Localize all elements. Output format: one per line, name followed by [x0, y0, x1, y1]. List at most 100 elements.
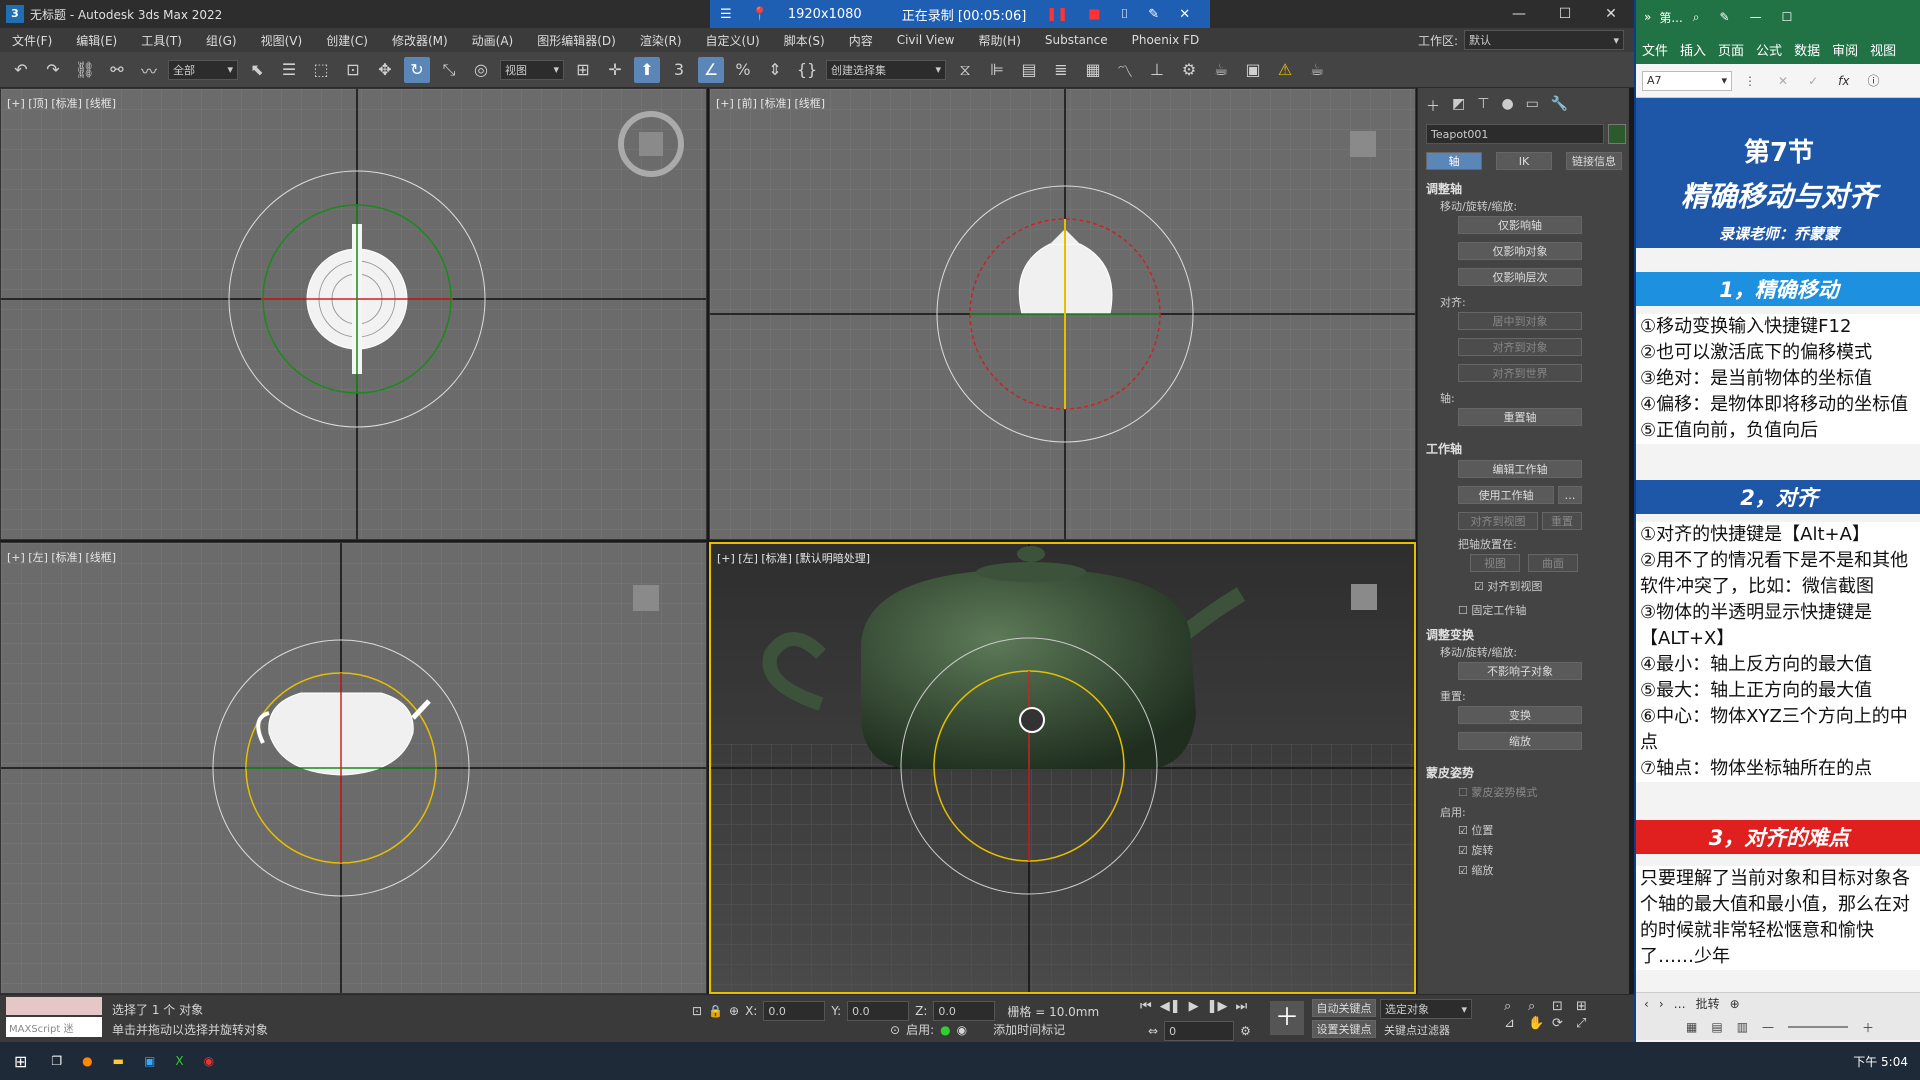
- link-icon[interactable]: ⛓: [72, 57, 98, 83]
- zoom-in-icon[interactable]: ＋: [1862, 1019, 1874, 1036]
- set-key-icon[interactable]: ＋: [1270, 1001, 1304, 1035]
- curve-editor-icon[interactable]: 〽: [1112, 57, 1138, 83]
- place-icon[interactable]: ◎: [468, 57, 494, 83]
- minimize-icon[interactable]: —: [1740, 10, 1772, 24]
- rotation-checkbox[interactable]: ☑ 旋转: [1458, 842, 1493, 858]
- position-checkbox[interactable]: ☑ 位置: [1458, 822, 1493, 838]
- keyboard-shortcut-icon[interactable]: ⬆: [634, 56, 660, 83]
- minimize-icon[interactable]: —: [1496, 0, 1542, 28]
- zoom-out-icon[interactable]: —: [1762, 1020, 1774, 1034]
- hierarchy-tab-icon[interactable]: ⊤: [1477, 96, 1489, 116]
- menu-rendering[interactable]: 渲染(R): [628, 32, 694, 49]
- next-frame-icon[interactable]: ❚▶: [1207, 999, 1228, 1014]
- render-icon[interactable]: ☕: [1304, 57, 1330, 83]
- render-setup-icon[interactable]: ☕: [1208, 57, 1234, 83]
- select-manipulate-icon[interactable]: ✛: [602, 57, 628, 83]
- goto-start-icon[interactable]: ⏮: [1140, 999, 1152, 1014]
- excel-tab-data[interactable]: 数据: [1788, 40, 1826, 59]
- x-field[interactable]: 0.0: [763, 1001, 826, 1021]
- more-button[interactable]: …: [1558, 486, 1582, 504]
- layers-icon[interactable]: ≣: [1048, 57, 1074, 83]
- percent-snap-icon[interactable]: %: [730, 57, 756, 83]
- selection-set-dropdown[interactable]: 创建选择集 ▾: [826, 59, 946, 80]
- place-view-button[interactable]: 视图: [1470, 554, 1520, 572]
- menu-icon[interactable]: ☰: [720, 7, 732, 22]
- pen-icon[interactable]: ✎: [1148, 7, 1159, 22]
- display-tab-icon[interactable]: ▭: [1526, 96, 1539, 116]
- warning-icon[interactable]: ⚠: [1272, 57, 1298, 83]
- menu-substance[interactable]: Substance: [1033, 33, 1120, 47]
- excel-tab-file[interactable]: 文件: [1636, 40, 1674, 59]
- snap-icon[interactable]: 3: [666, 57, 692, 83]
- excel-tab-formula[interactable]: 公式: [1750, 40, 1788, 59]
- menu-customize[interactable]: 自定义(U): [694, 32, 772, 49]
- offset-mode-icon[interactable]: ⊕: [729, 1004, 739, 1018]
- move-icon[interactable]: ✥: [372, 57, 398, 83]
- material-editor-icon[interactable]: ⚙: [1176, 57, 1202, 83]
- pan-icon[interactable]: ✋: [1528, 1016, 1550, 1031]
- scale-checkbox[interactable]: ☑ 缩放: [1458, 862, 1493, 878]
- menu-modifiers[interactable]: 修改器(M): [380, 32, 460, 49]
- fov-icon[interactable]: ⊿: [1504, 1016, 1526, 1031]
- play-icon[interactable]: ▶: [1189, 999, 1199, 1014]
- close-icon[interactable]: ✕: [1588, 0, 1634, 28]
- clock[interactable]: 下午 5:04: [1853, 1053, 1908, 1070]
- key-mode-dropdown[interactable]: 选定对象 ▾: [1380, 999, 1472, 1019]
- menu-scripting[interactable]: 脚本(S): [772, 32, 837, 49]
- viewport-perspective[interactable]: [+] [左] [标准] [默认明暗处理]: [709, 542, 1416, 994]
- normal-view-icon[interactable]: ▦: [1686, 1020, 1697, 1034]
- excel-tab-insert[interactable]: 插入: [1674, 40, 1712, 59]
- add-sheet-icon[interactable]: ⊕: [1730, 997, 1740, 1011]
- zoom-extents-all-icon[interactable]: ⊞: [1576, 999, 1598, 1014]
- layer-explorer-icon[interactable]: ▤: [1016, 57, 1042, 83]
- name-box[interactable]: A7 ▾: [1642, 70, 1732, 91]
- viewport-front[interactable]: [+] [前] [标准] [线框]: [709, 88, 1416, 540]
- spinner-snap-icon[interactable]: ⇕: [762, 57, 788, 83]
- viewport-left[interactable]: [+] [左] [标准] [线框]: [0, 542, 707, 994]
- menu-tools[interactable]: 工具(T): [129, 32, 194, 49]
- set-key-button[interactable]: 设置关键点: [1312, 1020, 1376, 1038]
- rotate-icon[interactable]: ↻: [404, 56, 430, 83]
- reset-pivot-button[interactable]: 重置轴: [1458, 408, 1582, 426]
- align-to-object-button[interactable]: 对齐到对象: [1458, 338, 1582, 356]
- skin-pose-mode-checkbox[interactable]: ☐ 蒙皮姿势模式: [1458, 784, 1537, 800]
- search-icon[interactable]: ⌕: [1683, 10, 1710, 25]
- recorder-taskbar-icon[interactable]: ◉: [204, 1054, 214, 1068]
- reset-transform-button[interactable]: 变换: [1458, 706, 1582, 724]
- cancel-icon[interactable]: ✕: [1778, 74, 1788, 88]
- confirm-icon[interactable]: ✓: [1808, 74, 1818, 88]
- angle-snap-icon[interactable]: ∠: [698, 56, 724, 83]
- edit-working-pivot-button[interactable]: 编辑工作轴: [1458, 460, 1582, 478]
- adaptive-icon[interactable]: ⊙: [890, 1023, 900, 1037]
- align-to-view-checkbox[interactable]: ☑ 对齐到视图: [1474, 578, 1542, 594]
- object-name-field[interactable]: Teapot001: [1426, 124, 1604, 144]
- maximize-viewport-icon[interactable]: ⤢: [1576, 1016, 1598, 1031]
- info-icon[interactable]: ⓘ: [1867, 72, 1879, 89]
- menu-help[interactable]: 帮助(H): [966, 32, 1032, 49]
- adjust-transform-rollout[interactable]: 调整变换: [1426, 626, 1474, 643]
- window-crossing-icon[interactable]: ⊡: [340, 57, 366, 83]
- modify-tab-icon[interactable]: ◩: [1452, 96, 1465, 116]
- firefox-icon[interactable]: ●: [82, 1054, 92, 1068]
- undo-icon[interactable]: ↶: [8, 57, 34, 83]
- auto-key-button[interactable]: 自动关键点: [1312, 999, 1376, 1017]
- pivot-center-icon[interactable]: ⊞: [570, 57, 596, 83]
- object-color-swatch[interactable]: [1608, 124, 1626, 144]
- 3dsmax-taskbar-icon[interactable]: ▣: [144, 1054, 155, 1068]
- zoom-extents-icon[interactable]: ⊡: [1552, 999, 1574, 1014]
- excel-tab-page[interactable]: 页面: [1712, 40, 1750, 59]
- function-icon[interactable]: fx: [1838, 74, 1849, 88]
- schematic-view-icon[interactable]: ⊥: [1144, 57, 1170, 83]
- affect-hierarchy-only-button[interactable]: 仅影响层次: [1458, 268, 1582, 286]
- page-layout-icon[interactable]: ▤: [1711, 1020, 1722, 1034]
- file-explorer-icon[interactable]: ▬: [113, 1054, 124, 1068]
- task-view-icon[interactable]: ❐: [51, 1054, 62, 1068]
- windows-start-icon[interactable]: ⊞: [14, 1052, 27, 1071]
- z-field[interactable]: 0.0: [933, 1001, 996, 1021]
- menu-graph-editors[interactable]: 图形编辑器(D): [525, 32, 628, 49]
- select-by-name-icon[interactable]: ☰: [276, 57, 302, 83]
- menu-phoenix[interactable]: Phoenix FD: [1120, 33, 1212, 47]
- pen-icon[interactable]: ✎: [1710, 10, 1740, 24]
- close-recorder-icon[interactable]: ✕: [1179, 7, 1190, 22]
- lock-icon[interactable]: 🔒: [708, 1004, 723, 1018]
